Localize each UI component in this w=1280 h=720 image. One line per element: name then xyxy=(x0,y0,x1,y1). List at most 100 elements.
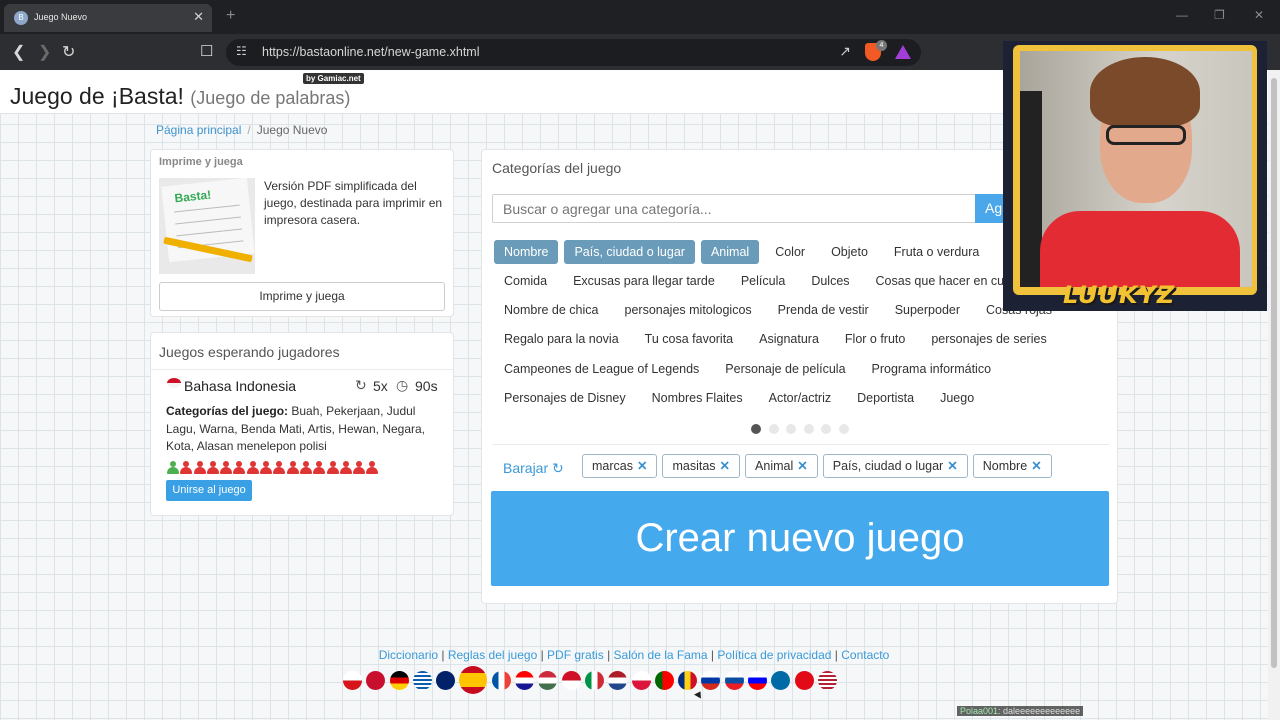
pagination-dot[interactable] xyxy=(838,424,849,434)
flag-de-icon[interactable] xyxy=(389,670,409,690)
category-chip[interactable]: Animal xyxy=(700,240,760,264)
pagination-dot[interactable] xyxy=(821,424,831,434)
category-chip[interactable]: Película xyxy=(731,269,795,293)
pagination-dot[interactable] xyxy=(768,424,779,434)
footer-link[interactable]: PDF gratis xyxy=(547,648,604,662)
remove-category-icon[interactable]: ✕ xyxy=(947,459,957,473)
selected-category-tag: marcas ✕ xyxy=(582,454,658,478)
remove-category-icon[interactable]: ✕ xyxy=(1031,459,1041,473)
remove-category-icon[interactable]: ✕ xyxy=(720,459,730,473)
category-chip[interactable]: Tu cosa favorita xyxy=(635,327,743,351)
footer-link[interactable]: Política de privacidad xyxy=(717,648,831,662)
flag-sk-icon[interactable] xyxy=(724,670,744,690)
category-chip[interactable]: Fruta o verdura xyxy=(884,240,989,264)
category-chip[interactable]: Asignatura xyxy=(749,327,829,351)
address-bar[interactable]: ☷ https://bastaonline.net/new-game.xhtml… xyxy=(226,39,921,66)
category-search-input[interactable] xyxy=(492,194,976,223)
flag-us-icon[interactable] xyxy=(817,670,837,690)
player-empty-icon xyxy=(220,461,233,474)
player-empty-icon xyxy=(366,461,379,474)
category-chip[interactable]: Regalo para la novia xyxy=(494,327,629,351)
category-chip[interactable]: Programa informático xyxy=(862,357,1002,381)
gamiac-badge[interactable]: by Gamiac.net xyxy=(303,73,364,84)
category-chip[interactable]: Personaje de película xyxy=(715,357,855,381)
flag-se-icon[interactable] xyxy=(771,670,791,690)
category-chip[interactable]: Deportista xyxy=(847,386,924,410)
remove-category-icon[interactable]: ✕ xyxy=(797,459,807,473)
category-chip[interactable]: País, ciudad o lugar xyxy=(564,240,695,264)
share-icon[interactable]: ↗ xyxy=(839,43,851,60)
new-tab-icon[interactable]: + xyxy=(226,7,235,25)
create-game-button[interactable]: Crear nuevo juego xyxy=(491,491,1109,586)
tab-close-icon[interactable]: ✕ xyxy=(193,9,204,25)
category-chip[interactable]: Comida xyxy=(494,269,557,293)
print-and-play-button[interactable]: Imprime y juega xyxy=(159,282,445,311)
brave-rewards-icon[interactable] xyxy=(895,45,911,59)
category-chip[interactable]: Prenda de vestir xyxy=(768,298,879,322)
flag-gb-icon[interactable] xyxy=(436,670,456,690)
footer-link[interactable]: Diccionario xyxy=(379,648,438,662)
flag-hu-icon[interactable] xyxy=(538,670,558,690)
category-chip[interactable]: personajes de series xyxy=(921,327,1056,351)
reload-icon[interactable]: ↻ xyxy=(62,42,75,62)
footer-link[interactable]: Contacto xyxy=(841,648,889,662)
flag-ro-icon[interactable] xyxy=(678,670,698,690)
page-scrollbar[interactable] xyxy=(1268,70,1280,720)
category-chip[interactable]: Nombre de chica xyxy=(494,298,609,322)
back-icon[interactable]: ❮ xyxy=(12,42,25,62)
category-chip[interactable]: Personajes de Disney xyxy=(494,386,636,410)
scrollbar-thumb[interactable] xyxy=(1271,78,1277,668)
footer-link[interactable]: Reglas del juego xyxy=(448,648,537,662)
pagination-dot[interactable] xyxy=(786,424,796,434)
flag-dk-icon[interactable] xyxy=(366,670,386,690)
category-chip[interactable]: Flor o fruto xyxy=(835,327,915,351)
window-close-icon[interactable]: ✕ xyxy=(1254,8,1264,22)
breadcrumb-home-link[interactable]: Página principal xyxy=(156,123,241,137)
category-chip[interactable]: Objeto xyxy=(821,240,878,264)
selected-category-tag: Nombre ✕ xyxy=(972,454,1052,478)
flag-pt-icon[interactable] xyxy=(654,670,674,690)
bookmark-icon[interactable]: ☐ xyxy=(200,42,213,60)
flag-ru-icon[interactable] xyxy=(701,670,721,690)
selected-category-label: marcas xyxy=(592,459,633,473)
flag-si-icon[interactable] xyxy=(748,670,768,690)
selected-category-label: País, ciudad o lugar xyxy=(832,459,944,473)
streamer-name: LUUKYZ xyxy=(1063,281,1176,309)
flag-nl-icon[interactable] xyxy=(608,670,628,690)
maximize-icon[interactable]: ❐ xyxy=(1214,8,1225,22)
browser-tab[interactable]: B Juego Nuevo ✕ xyxy=(4,4,212,32)
category-chip[interactable]: Juego xyxy=(930,386,984,410)
shuffle-button[interactable]: Barajar ↻ xyxy=(503,460,564,477)
category-chip[interactable]: Cosas que hacer en cua xyxy=(866,269,1022,293)
category-chip[interactable]: Nombres Flaites xyxy=(642,386,753,410)
site-settings-icon[interactable]: ☷ xyxy=(236,44,247,58)
category-chip[interactable]: Excusas para llegar tarde xyxy=(563,269,725,293)
pagination-dot[interactable] xyxy=(803,424,814,434)
flag-gr-icon[interactable] xyxy=(412,670,432,690)
pagination-dot[interactable] xyxy=(751,424,761,434)
flag-it-icon[interactable] xyxy=(584,670,604,690)
category-chip[interactable]: Superpoder xyxy=(885,298,970,322)
webcam-overlay: LUUKYZ xyxy=(1003,41,1267,311)
url-text[interactable]: https://bastaonline.net/new-game.xhtml xyxy=(262,45,479,59)
player-empty-icon xyxy=(313,461,326,474)
flag-tr-icon[interactable] xyxy=(794,670,814,690)
remove-category-icon[interactable]: ✕ xyxy=(637,459,647,473)
flag-hr-icon[interactable] xyxy=(515,670,535,690)
forward-icon[interactable]: ❯ xyxy=(38,42,51,62)
flag-fr-icon[interactable] xyxy=(491,670,511,690)
join-game-button[interactable]: Unirse al juego xyxy=(166,480,252,501)
footer-link[interactable]: Salón de la Fama xyxy=(614,648,708,662)
category-chip[interactable]: Dulces xyxy=(801,269,859,293)
flag-pl-icon[interactable] xyxy=(631,670,651,690)
flag-id-icon[interactable] xyxy=(561,670,581,690)
category-chip[interactable]: Color xyxy=(765,240,815,264)
flag-es-icon[interactable] xyxy=(459,666,488,694)
category-chip[interactable]: Campeones de League of Legends xyxy=(494,357,709,381)
category-chip[interactable]: Nombre xyxy=(494,240,559,264)
flag-cz-icon[interactable] xyxy=(343,670,362,690)
category-chip[interactable]: personajes mitologicos xyxy=(615,298,762,322)
minimize-icon[interactable]: — xyxy=(1176,8,1188,22)
category-chip[interactable]: Actor/actriz xyxy=(759,386,842,410)
waiting-games-card: Juegos esperando jugadores Bahasa Indone… xyxy=(150,332,454,516)
